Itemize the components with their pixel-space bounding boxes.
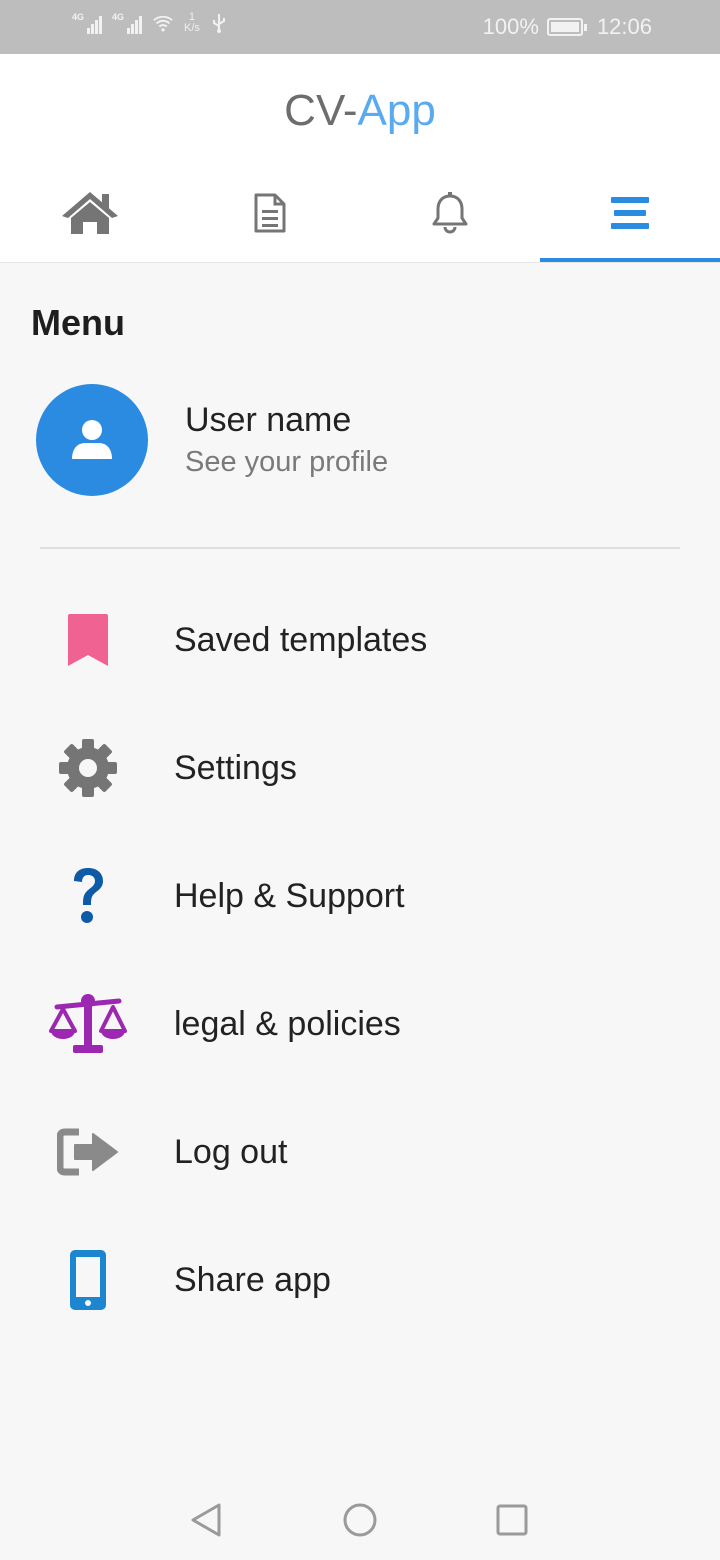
clock: 12:06 xyxy=(596,14,652,39)
signal-icon: 4G xyxy=(72,12,103,34)
nav-back-button[interactable] xyxy=(186,1500,226,1540)
profile-text: User name See your profile xyxy=(185,401,388,479)
battery-percent: 100% xyxy=(482,14,539,39)
tab-menu[interactable] xyxy=(540,170,720,262)
app-header: CV-App xyxy=(0,54,720,262)
bell-icon xyxy=(432,192,468,234)
recents-icon xyxy=(496,1504,528,1536)
logout-icon xyxy=(57,1128,118,1176)
gear-icon xyxy=(59,739,117,797)
menu-item-label: Share app xyxy=(174,1260,331,1299)
avatar[interactable] xyxy=(36,384,148,496)
balance-scale-icon xyxy=(49,994,127,1053)
app-title: CV-App xyxy=(0,86,720,136)
menu-item-help-support[interactable]: Help & Support xyxy=(0,832,720,960)
menu-item-legal-policies[interactable]: legal & policies xyxy=(0,960,720,1088)
menu-item-label: legal & policies xyxy=(174,1004,401,1043)
nav-home-button[interactable] xyxy=(340,1500,380,1540)
usb-icon xyxy=(212,14,225,33)
network-type: 4G xyxy=(112,12,125,22)
signal-icon: 4G xyxy=(112,12,143,34)
bookmark-icon xyxy=(68,614,108,666)
menu-item-label: Log out xyxy=(174,1132,288,1171)
back-icon xyxy=(191,1503,221,1537)
menu-list: Saved templates Settings Help & Support … xyxy=(0,576,720,1344)
menu-item-log-out[interactable]: Log out xyxy=(0,1088,720,1216)
app-title-part1: CV- xyxy=(284,86,358,135)
system-nav-bar xyxy=(0,1476,720,1560)
tab-notifications[interactable] xyxy=(360,170,540,262)
network-speed: 1 K/s xyxy=(184,12,200,34)
tab-home[interactable] xyxy=(0,170,180,262)
header-divider xyxy=(0,262,720,263)
document-icon xyxy=(254,193,286,233)
divider xyxy=(40,547,680,549)
status-bar: 4G 4G 1 K/s 100% 12:06 xyxy=(0,0,720,54)
see-profile-link[interactable]: See your profile xyxy=(185,446,388,479)
tab-bar xyxy=(0,170,720,262)
page-title: Menu xyxy=(31,302,125,343)
menu-item-share-app[interactable]: Share app xyxy=(0,1216,720,1344)
home-icon xyxy=(62,192,118,234)
battery-icon xyxy=(546,18,587,36)
home-circle-icon xyxy=(343,1503,377,1537)
menu-icon xyxy=(611,197,649,229)
wifi-icon xyxy=(153,15,173,32)
menu-item-saved-templates[interactable]: Saved templates xyxy=(0,576,720,704)
phone-icon xyxy=(70,1250,106,1310)
question-icon xyxy=(74,868,103,923)
menu-item-label: Saved templates xyxy=(174,620,428,659)
nav-recents-button[interactable] xyxy=(492,1500,532,1540)
menu-item-settings[interactable]: Settings xyxy=(0,704,720,832)
user-name: User name xyxy=(185,401,352,439)
menu-item-label: Help & Support xyxy=(174,876,405,915)
app-title-part2: App xyxy=(357,86,436,135)
speed-unit: K/s xyxy=(184,22,200,34)
network-type: 4G xyxy=(72,12,85,22)
profile-row[interactable]: User name See your profile xyxy=(36,384,686,496)
menu-item-label: Settings xyxy=(174,748,297,787)
tab-documents[interactable] xyxy=(180,170,360,262)
user-icon xyxy=(72,420,112,459)
